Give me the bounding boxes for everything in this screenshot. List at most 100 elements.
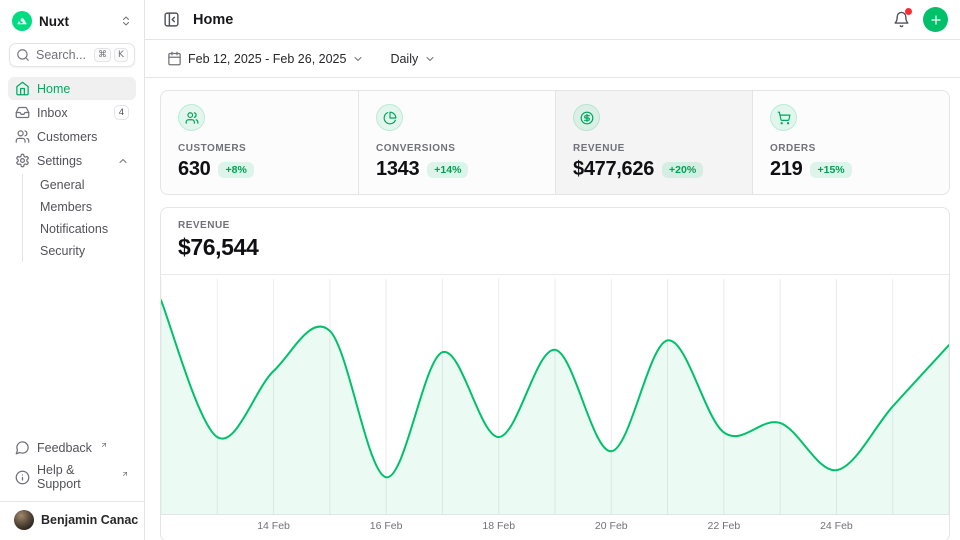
stat-label: Orders — [770, 143, 932, 154]
user-menu[interactable]: Benjamin Canac — [0, 501, 144, 532]
revenue-chart[interactable] — [161, 275, 949, 515]
date-range-label: Feb 12, 2025 - Feb 26, 2025 — [188, 52, 346, 66]
notifications-button[interactable] — [890, 8, 913, 31]
chevron-down-icon — [424, 53, 436, 65]
chart-body: 14 Feb 16 Feb 18 Feb 20 Feb 22 Feb 24 Feb — [161, 275, 949, 540]
plus-icon — [929, 13, 943, 27]
sidebar-item-general[interactable]: General — [23, 174, 136, 196]
chart-header: Revenue $76,544 — [161, 208, 949, 275]
stat-value: 630 — [178, 158, 210, 181]
panel-left-close-icon — [163, 11, 180, 28]
x-axis-label: 16 Feb — [370, 520, 403, 532]
content: Customers 630 +8% Conversions 1343 +14% — [145, 78, 960, 540]
settings-sub-list: General Members Notifications Security — [22, 174, 136, 262]
message-bubble-icon — [15, 440, 30, 455]
sidebar-item-label: Inbox — [37, 106, 68, 120]
footer-link-label: Help & Support — [37, 463, 113, 491]
sidebar-item-inbox[interactable]: Inbox 4 — [8, 101, 136, 124]
sidebar-item-customers[interactable]: Customers — [8, 125, 136, 148]
dashboard-app: Nuxt Search... ⌘ K Home Inbox 4 Cu — [0, 0, 960, 540]
search-icon — [16, 48, 30, 62]
chevron-down-icon — [352, 53, 364, 65]
stat-value: 219 — [770, 158, 802, 181]
help-support-link[interactable]: Help & Support — [8, 459, 136, 495]
inbox-count-badge: 4 — [114, 105, 129, 120]
date-range-picker[interactable]: Feb 12, 2025 - Feb 26, 2025 — [161, 47, 370, 70]
stat-card-orders[interactable]: Orders 219 +15% — [752, 91, 949, 194]
sidebar-item-label: Home — [37, 82, 70, 96]
avatar — [14, 510, 34, 530]
sub-item-label: Security — [40, 244, 85, 258]
search-shortcut: ⌘ K — [94, 48, 128, 62]
stat-delta-badge: +20% — [662, 162, 703, 178]
external-link-icon — [121, 470, 129, 478]
shopping-cart-icon — [770, 104, 797, 131]
sidebar-item-home[interactable]: Home — [8, 77, 136, 100]
topbar: Home — [145, 0, 960, 40]
sidebar-item-label: Customers — [37, 130, 97, 144]
stat-label: Conversions — [376, 143, 538, 154]
stat-label: Customers — [178, 143, 341, 154]
kbd-k: K — [114, 48, 128, 62]
main-area: Home Feb 12, 2025 - Feb 26, 2025 Daily — [145, 0, 960, 540]
sidebar-item-security[interactable]: Security — [23, 240, 136, 262]
pie-chart-icon — [376, 104, 403, 131]
sidebar-item-settings[interactable]: Settings — [8, 149, 136, 172]
sidebar-nav: Home Inbox 4 Customers Settings General … — [8, 77, 136, 263]
sidebar-item-notifications[interactable]: Notifications — [23, 218, 136, 240]
stat-card-customers[interactable]: Customers 630 +8% — [161, 91, 358, 194]
sub-item-label: General — [40, 178, 84, 192]
search-placeholder: Search... — [36, 48, 86, 62]
revenue-chart-panel: Revenue $76,544 14 Feb 16 Feb 18 Feb 20 Feb… — [160, 207, 950, 540]
search-input[interactable]: Search... ⌘ K — [9, 43, 135, 67]
filter-toolbar: Feb 12, 2025 - Feb 26, 2025 Daily — [145, 40, 960, 78]
granularity-select[interactable]: Daily — [384, 48, 442, 70]
x-axis: 14 Feb 16 Feb 18 Feb 20 Feb 22 Feb 24 Feb — [161, 515, 949, 540]
users-icon — [178, 104, 205, 131]
sub-item-label: Members — [40, 200, 92, 214]
page-title: Home — [193, 12, 233, 28]
stat-card-revenue[interactable]: Revenue $477,626 +20% — [555, 91, 752, 194]
users-icon — [15, 129, 30, 144]
brand-name: Nuxt — [39, 14, 69, 29]
circle-dollar-icon — [573, 104, 600, 131]
info-circle-icon — [15, 470, 30, 485]
new-item-button[interactable] — [923, 7, 948, 32]
chart-current-value: $76,544 — [178, 234, 932, 261]
chevrons-up-down-icon — [120, 15, 132, 27]
calendar-icon — [167, 51, 182, 66]
stat-label: Revenue — [573, 143, 735, 154]
sidebar-item-members[interactable]: Members — [23, 196, 136, 218]
x-axis-label: 22 Feb — [707, 520, 740, 532]
workspace-switcher[interactable]: Nuxt — [8, 8, 136, 34]
chevron-up-icon — [117, 155, 129, 167]
sidebar-item-label: Settings — [37, 154, 82, 168]
x-axis-label: 24 Feb — [820, 520, 853, 532]
stats-panel: Customers 630 +8% Conversions 1343 +14% — [160, 90, 950, 195]
sub-item-label: Notifications — [40, 222, 108, 236]
sidebar-footer: Feedback Help & Support Benjamin Canac — [8, 436, 136, 532]
granularity-label: Daily — [390, 52, 418, 66]
stat-delta-badge: +15% — [810, 162, 851, 178]
stat-value: $477,626 — [573, 158, 654, 181]
notification-dot — [905, 8, 912, 15]
feedback-link[interactable]: Feedback — [8, 436, 136, 459]
footer-link-label: Feedback — [37, 441, 92, 455]
chart-title: Revenue — [178, 220, 932, 231]
stat-value: 1343 — [376, 158, 419, 181]
x-axis-label: 14 Feb — [257, 520, 290, 532]
stat-card-conversions[interactable]: Conversions 1343 +14% — [358, 91, 555, 194]
external-link-icon — [100, 441, 108, 449]
stat-delta-badge: +8% — [218, 162, 253, 178]
sidebar: Nuxt Search... ⌘ K Home Inbox 4 Cu — [0, 0, 145, 540]
stat-delta-badge: +14% — [427, 162, 468, 178]
x-axis-label: 20 Feb — [595, 520, 628, 532]
inbox-icon — [15, 105, 30, 120]
house-icon — [15, 81, 30, 96]
sidebar-collapse-button[interactable] — [160, 8, 183, 31]
kbd-cmd: ⌘ — [94, 48, 111, 62]
user-name: Benjamin Canac — [41, 513, 138, 527]
nuxt-logo-icon — [12, 11, 32, 31]
gear-icon — [15, 153, 30, 168]
x-axis-label: 18 Feb — [482, 520, 515, 532]
